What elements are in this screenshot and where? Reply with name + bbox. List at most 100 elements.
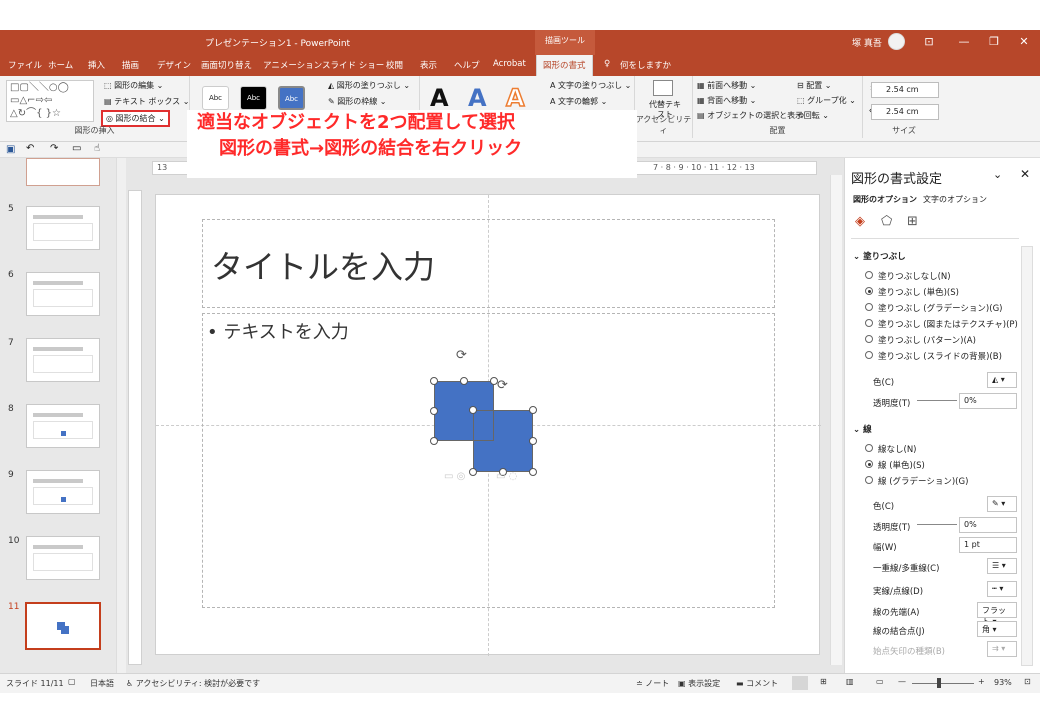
begin-arrow-picker[interactable]: ⇉ ▾ <box>987 641 1017 657</box>
tab-shape-options[interactable]: 図形のオプション <box>853 194 917 205</box>
cap-type-select[interactable]: フラット ▾ <box>977 602 1017 626</box>
fill-solid-radio[interactable] <box>865 287 873 295</box>
thumbnail-slide-5[interactable] <box>26 206 100 250</box>
tab-animations[interactable]: アニメーション <box>263 59 322 71</box>
align-button[interactable]: ⊟ 配置 ⌄ <box>797 80 832 91</box>
tab-insert[interactable]: 挿入 <box>88 59 105 71</box>
text-box-button[interactable]: ▤ テキスト ボックス ⌄ <box>104 96 189 107</box>
canvas-scrollbar[interactable] <box>830 175 842 665</box>
resize-handle[interactable] <box>490 377 498 385</box>
line-solid-radio[interactable] <box>865 460 873 468</box>
avatar[interactable] <box>888 33 905 50</box>
wordart-style-black[interactable]: A <box>430 84 449 112</box>
ribbon-display-button[interactable]: ⊡ <box>915 32 943 52</box>
shape-fill-button[interactable]: ◭ 図形の塗りつぶし ⌄ <box>328 80 410 91</box>
fill-gradient-radio[interactable] <box>865 303 873 311</box>
compound-type-picker[interactable]: ☰ ▾ <box>987 558 1017 574</box>
rotate-handle-icon[interactable]: ⟳ <box>456 348 467 363</box>
thumbnail-slide-6[interactable] <box>26 272 100 316</box>
reading-view-icon[interactable]: ▥ <box>846 677 854 686</box>
shape-style-white[interactable]: Abc <box>202 86 229 110</box>
pane-close-icon[interactable]: ✕ <box>1020 167 1030 181</box>
tab-review[interactable]: 校閲 <box>386 59 403 71</box>
fill-line-icon[interactable]: ◈ <box>855 214 865 229</box>
start-slideshow-icon[interactable]: ▭ <box>72 143 81 154</box>
fill-background-radio[interactable] <box>865 351 873 359</box>
fill-picture-radio[interactable] <box>865 319 873 327</box>
thumbnail-slide-11[interactable] <box>25 602 101 650</box>
text-fill-button[interactable]: A 文字の塗りつぶし ⌄ <box>550 80 631 91</box>
spellcheck-icon[interactable]: ▢ <box>68 677 76 686</box>
line-section-header[interactable]: ⌄ 線 <box>853 423 872 435</box>
line-transparency-slider[interactable] <box>917 524 957 525</box>
tell-me-search[interactable]: 何をしますか <box>620 59 671 71</box>
display-settings-button[interactable]: ▣ 表示設定 <box>678 678 720 689</box>
bring-forward-button[interactable]: ▦ 前面へ移動 ⌄ <box>697 80 756 91</box>
fill-pattern-radio[interactable] <box>865 335 873 343</box>
thumbnail-slide-8[interactable] <box>26 404 100 448</box>
tab-text-options[interactable]: 文字のオプション <box>923 194 987 205</box>
thumbnail-slide-10[interactable] <box>26 536 100 580</box>
fill-none-radio[interactable] <box>865 271 873 279</box>
title-placeholder[interactable]: タイトルを入力 <box>202 219 775 308</box>
zoom-slider-thumb[interactable] <box>937 678 941 688</box>
resize-handle[interactable] <box>430 437 438 445</box>
tab-transitions[interactable]: 画面切り替え <box>201 59 252 71</box>
resize-handle[interactable] <box>460 377 468 385</box>
slide[interactable]: タイトルを入力 • テキストを入力 ⟳ ⟳ ▭ ◎ ▭ ◌ <box>155 194 821 656</box>
fill-section-header[interactable]: ⌄ 塗りつぶし <box>853 250 906 262</box>
resize-handle[interactable] <box>469 468 477 476</box>
resize-handle[interactable] <box>529 437 537 445</box>
zoom-out-icon[interactable]: — <box>898 677 906 686</box>
fill-transparency-slider[interactable] <box>917 400 957 401</box>
save-icon[interactable]: ▣ <box>6 144 15 155</box>
resize-handle[interactable] <box>529 406 537 414</box>
close-button[interactable]: ✕ <box>1010 32 1038 52</box>
zoom-level[interactable]: 93% <box>994 678 1012 687</box>
thumbnail-scrollbar[interactable] <box>116 158 126 673</box>
minimize-button[interactable]: — <box>950 32 978 52</box>
redo-icon[interactable]: ↷ <box>50 143 58 154</box>
comments-button[interactable]: ▬ コメント <box>736 678 778 689</box>
dash-type-picker[interactable]: ┅ ▾ <box>987 581 1017 597</box>
slideshow-view-icon[interactable]: ▭ <box>876 677 884 686</box>
thumbnail-slide-4[interactable] <box>26 158 100 186</box>
line-width-input[interactable]: 1 pt <box>959 537 1017 553</box>
smart-tag-icon[interactable]: ▭ ◌ <box>496 471 517 482</box>
shapes-gallery[interactable]: □▢＼＼○◯ ▭△⌐⇨⇦ △↻⌒{ }☆ <box>6 80 94 122</box>
rotate-handle-icon[interactable]: ⟳ <box>497 378 508 393</box>
tab-shape-format[interactable]: 図形の書式 <box>536 55 593 76</box>
thumbnail-slide-9[interactable] <box>26 470 100 514</box>
size-properties-icon[interactable]: ⊞ <box>907 214 918 229</box>
tab-file[interactable]: ファイル <box>8 59 42 71</box>
notes-button[interactable]: ≐ ノート <box>636 678 669 689</box>
send-backward-button[interactable]: ▦ 背面へ移動 ⌄ <box>697 95 756 106</box>
normal-view-icon[interactable] <box>792 676 808 690</box>
line-gradient-radio[interactable] <box>865 476 873 484</box>
fit-slide-icon[interactable]: ⊡ <box>1024 677 1031 686</box>
resize-handle[interactable] <box>430 407 438 415</box>
line-transparency-input[interactable]: 0% <box>959 517 1017 533</box>
group-button[interactable]: ⬚ グループ化 ⌄ <box>797 95 856 106</box>
wordart-style-blue[interactable]: A <box>468 84 487 112</box>
selection-pane-button[interactable]: ▤ オブジェクトの選択と表示 <box>697 110 803 121</box>
shape-style-black[interactable]: Abc <box>240 86 267 110</box>
undo-icon[interactable]: ↶ <box>26 143 34 154</box>
fill-transparency-input[interactable]: 0% <box>959 393 1017 409</box>
tab-help[interactable]: ヘルプ <box>454 59 480 71</box>
tab-design[interactable]: デザイン <box>157 59 191 71</box>
resize-handle[interactable] <box>529 468 537 476</box>
text-outline-button[interactable]: A 文字の輪郭 ⌄ <box>550 96 607 107</box>
tab-home[interactable]: ホーム <box>48 59 73 71</box>
rotate-button[interactable]: ⟲回転 ⌄ <box>797 110 829 121</box>
language-indicator[interactable]: 日本語 <box>90 678 114 689</box>
resize-handle[interactable] <box>430 377 438 385</box>
edit-shape-button[interactable]: ⬚ 図形の編集 ⌄ <box>104 80 163 91</box>
line-none-radio[interactable] <box>865 444 873 452</box>
accessibility-status[interactable]: ♿ アクセシビリティ: 検討が必要です <box>126 678 260 689</box>
fill-color-picker[interactable]: ◭ ▾ <box>987 372 1017 388</box>
resize-handle[interactable] <box>469 406 477 414</box>
width-input[interactable]: 2.54 cm <box>871 104 939 120</box>
height-input[interactable]: 2.54 cm <box>871 82 939 98</box>
tab-draw[interactable]: 描画 <box>122 59 139 71</box>
